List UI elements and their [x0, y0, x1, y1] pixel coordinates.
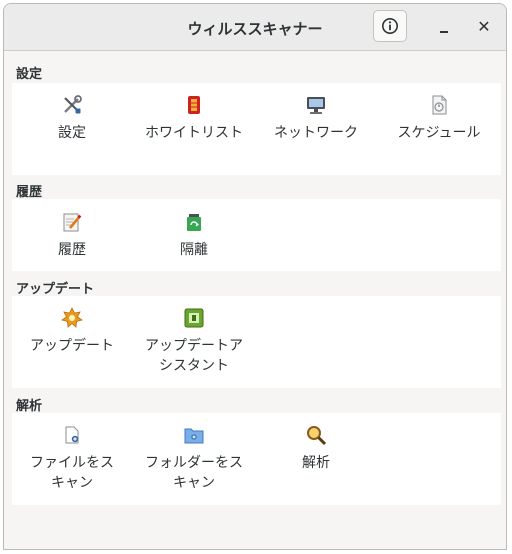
- history-item-history[interactable]: 履歴: [12, 211, 132, 260]
- history-item-quarantine-label: 隔離: [180, 242, 208, 258]
- settings-panel: 設定 ホワイトリスト ネットワーク スケジュール: [12, 83, 501, 175]
- update-item-assistant[interactable]: アップデートア シスタント: [134, 307, 254, 376]
- history-item-quarantine[interactable]: 隔離: [134, 211, 254, 260]
- settings-item-whitelist-label: ホワイトリスト: [145, 125, 243, 141]
- about-button[interactable]: [373, 10, 407, 42]
- settings-item-network[interactable]: ネットワーク: [256, 94, 376, 143]
- scan-folder-icon: [184, 428, 204, 444]
- settings-item-settings-label: 設定: [58, 125, 86, 141]
- history-icon: [63, 213, 82, 232]
- update-item-assistant-label: アップデートア シスタント: [145, 338, 243, 374]
- analysis-item-analyze[interactable]: 解析: [256, 424, 376, 473]
- analysis-item-scan-file-label: ファイルをス キャン: [30, 455, 114, 491]
- update-icon: [61, 307, 83, 328]
- analysis-item-scan-file[interactable]: ファイルをス キャン: [12, 424, 132, 493]
- app-window: ウィルススキャナー ✕ 設定 設定 ホワイトリスト ネットワーク スケジュール …: [3, 3, 507, 550]
- title-bar: ウィルススキャナー ✕: [4, 4, 506, 51]
- section-label-update: アップデート: [16, 282, 95, 297]
- settings-item-schedule[interactable]: スケジュール: [379, 94, 499, 143]
- tools-icon: [64, 95, 82, 114]
- history-panel: 履歴 隔離: [12, 199, 501, 271]
- settings-item-schedule-label: スケジュール: [397, 125, 481, 141]
- section-label-settings: 設定: [16, 67, 43, 82]
- update-assistant-icon: [184, 308, 204, 328]
- update-item-update[interactable]: アップデート: [12, 307, 132, 356]
- info-icon: [382, 18, 398, 34]
- section-label-analysis: 解析: [16, 399, 43, 414]
- quarantine-icon: [187, 214, 201, 231]
- close-button[interactable]: ✕: [471, 14, 497, 40]
- magnifier-icon: [307, 426, 327, 446]
- analysis-item-scan-folder-label: フォルダーをス キャン: [145, 455, 243, 491]
- scan-file-icon: [65, 426, 79, 444]
- network-icon: [307, 97, 325, 114]
- settings-item-network-label: ネットワーク: [274, 125, 358, 141]
- history-item-history-label: 履歴: [58, 242, 86, 258]
- minimize-button[interactable]: [431, 14, 457, 40]
- section-label-history: 履歴: [16, 185, 43, 200]
- analysis-item-analyze-label: 解析: [302, 455, 330, 471]
- analysis-item-scan-folder[interactable]: フォルダーをス キャン: [134, 424, 254, 493]
- whitelist-icon: [188, 96, 200, 114]
- update-panel: アップデート アップデートア シスタント: [12, 296, 501, 388]
- settings-item-whitelist[interactable]: ホワイトリスト: [134, 94, 254, 143]
- settings-item-settings[interactable]: 設定: [12, 94, 132, 143]
- update-item-update-label: アップデート: [30, 338, 114, 354]
- analysis-panel: ファイルをス キャン フォルダーをス キャン 解析: [12, 413, 501, 505]
- schedule-icon: [432, 95, 447, 115]
